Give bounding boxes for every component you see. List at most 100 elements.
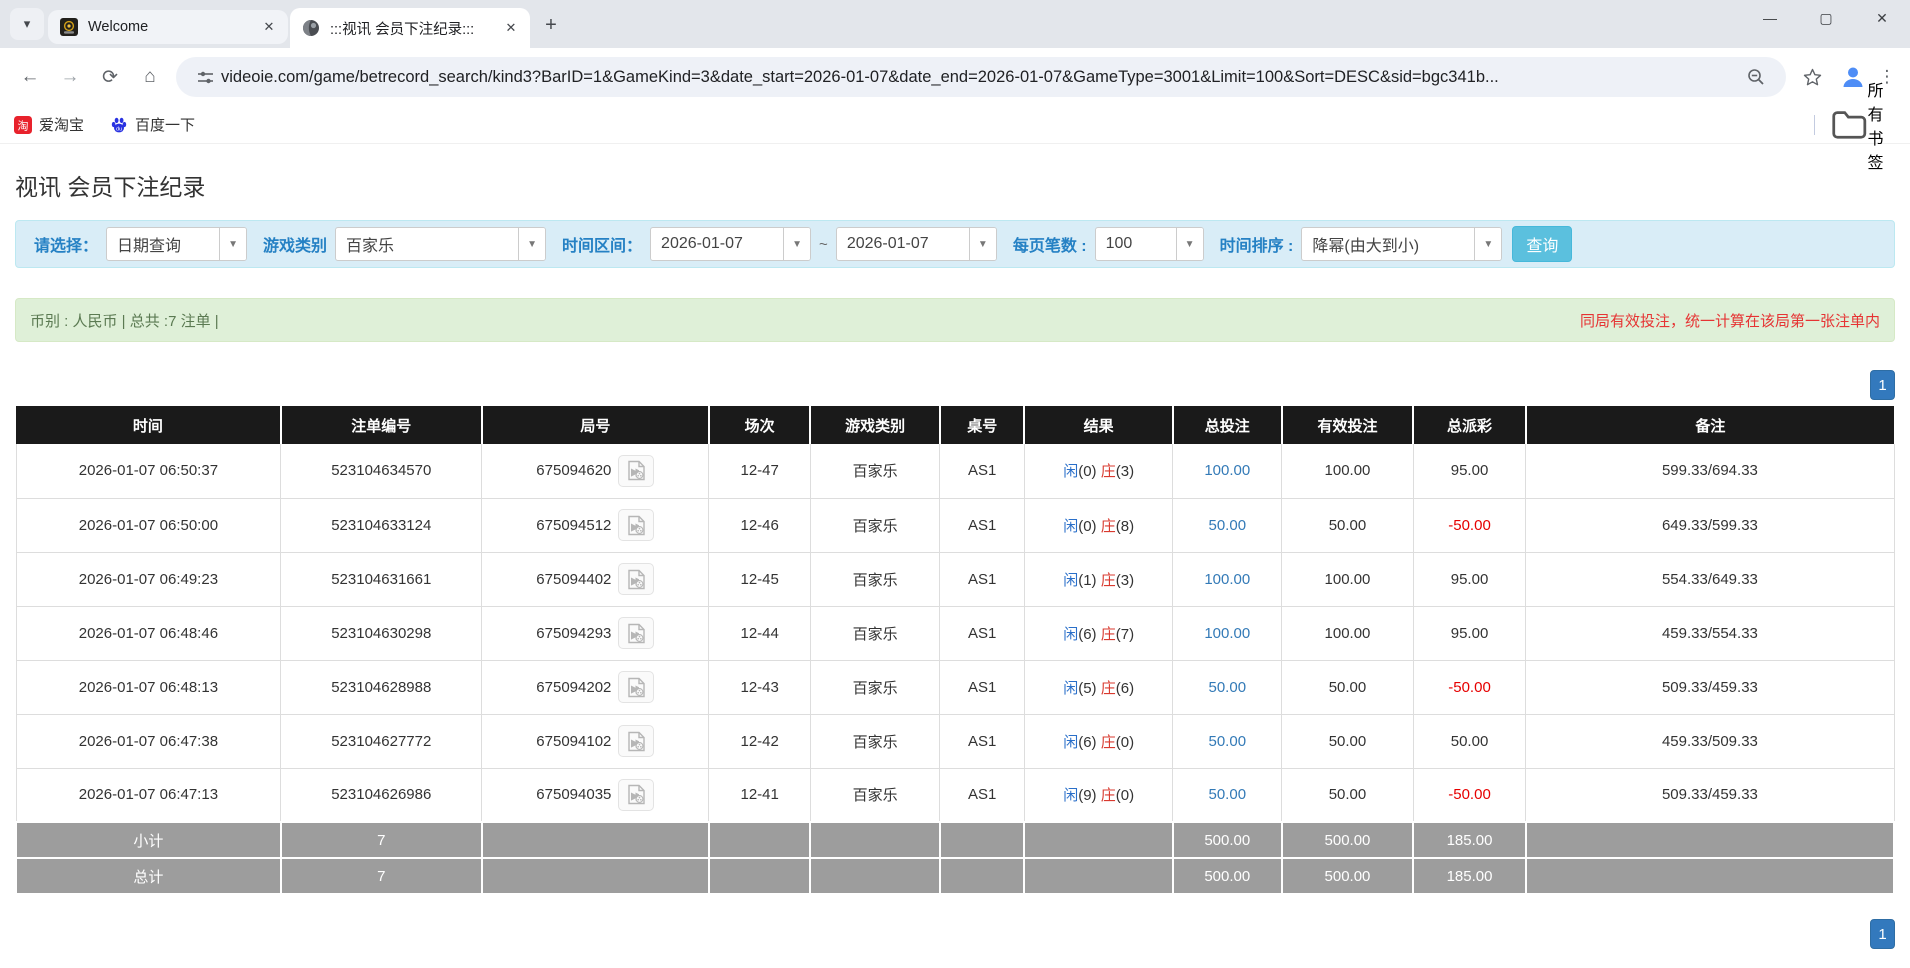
total-bet-link[interactable]: 50.00 xyxy=(1209,733,1247,750)
cell-remark: 509.33/459.33 xyxy=(1525,768,1895,823)
tab-welcome[interactable]: Welcome ✕ xyxy=(48,10,288,44)
date-end-input[interactable]: 2026-01-07 ▼ xyxy=(835,227,997,261)
taobao-icon: 淘 xyxy=(14,115,32,134)
search-button[interactable]: 查询 xyxy=(1512,226,1573,262)
cell-total-bet[interactable]: 50.00 xyxy=(1172,660,1283,715)
chevron-down-icon[interactable]: ▼ xyxy=(518,228,546,260)
cell-round-no: 675094402 xyxy=(481,552,710,607)
tab-search-chevron-icon[interactable]: ▾ xyxy=(10,8,44,40)
subtotal-empty xyxy=(707,821,812,859)
valid-bet-notice-text: 同局有效投注，统一计算在该局第一张注单内 xyxy=(1579,312,1880,330)
video-replay-button[interactable] xyxy=(618,454,655,487)
chevron-down-icon[interactable]: ▼ xyxy=(783,228,811,260)
cell-total-bet[interactable]: 50.00 xyxy=(1172,498,1283,553)
tab-title: Welcome xyxy=(88,19,149,35)
col-header-total-bet: 总投注 xyxy=(1172,406,1283,444)
cell-total-bet[interactable]: 50.00 xyxy=(1172,768,1283,823)
all-bookmarks[interactable]: 所有书签 xyxy=(1813,77,1896,173)
all-bookmarks-label: 所有书签 xyxy=(1867,82,1884,172)
cell-result: 闲(9) 庄(0) xyxy=(1024,768,1174,823)
col-header-time: 时间 xyxy=(16,406,282,444)
cell-payout: -50.00 xyxy=(1413,768,1527,823)
video-replay-button[interactable] xyxy=(618,563,655,595)
browser-window: ▾ Welcome ✕ :::视讯 会员下注纪录::: ✕ + — ▢ ✕ ← … xyxy=(0,0,1910,172)
round-number: 675094202 xyxy=(536,678,612,696)
close-button[interactable]: ✕ xyxy=(1854,0,1910,36)
per-page-select[interactable]: 100 ▼ xyxy=(1094,227,1204,261)
total-bet-link[interactable]: 100.00 xyxy=(1204,625,1250,642)
video-replay-button[interactable] xyxy=(618,725,655,757)
date-range-label: 时间区间： xyxy=(562,238,643,255)
home-icon[interactable]: ⌂ xyxy=(133,60,167,94)
tab-close-icon[interactable]: ✕ xyxy=(502,19,520,37)
cell-table-no: AS1 xyxy=(939,498,1025,553)
total-bet-link[interactable]: 100.00 xyxy=(1204,571,1250,588)
game-kind-select[interactable]: 百家乐 ▼ xyxy=(335,227,547,261)
maximize-button[interactable]: ▢ xyxy=(1798,0,1854,36)
col-header-result: 结果 xyxy=(1024,406,1174,444)
cell-bet-no: 523104633124 xyxy=(280,498,483,553)
new-tab-button[interactable]: + xyxy=(536,10,566,40)
cell-valid-bet: 100.00 xyxy=(1281,606,1414,661)
tab-bet-records[interactable]: :::视讯 会员下注纪录::: ✕ xyxy=(290,8,530,48)
cell-game-kind: 百家乐 xyxy=(810,660,941,715)
cell-remark: 459.33/509.33 xyxy=(1525,714,1895,769)
total-bet-link[interactable]: 50.00 xyxy=(1209,786,1247,803)
zoom-icon[interactable] xyxy=(1747,68,1765,86)
result-banker-count: (0) xyxy=(1115,733,1135,751)
bookmarks-divider xyxy=(1813,114,1815,135)
cell-valid-bet: 50.00 xyxy=(1281,498,1414,553)
video-replay-button[interactable] xyxy=(618,509,655,541)
chevron-down-icon[interactable]: ▼ xyxy=(1474,228,1502,260)
table-row: 2026-01-07 06:50:00 523104633124 6750945… xyxy=(15,498,1895,553)
chevron-down-icon[interactable]: ▼ xyxy=(968,228,996,260)
cell-payout: 95.00 xyxy=(1413,444,1527,499)
cell-total-bet[interactable]: 50.00 xyxy=(1172,714,1283,769)
bookmark-baidu[interactable]: du 百度一下 xyxy=(110,114,195,135)
date-start-input[interactable]: 2026-01-07 ▼ xyxy=(650,227,812,261)
subtotal-row: 小计 7 500.00 500.00 185.00 xyxy=(15,821,1896,859)
round-number: 675094512 xyxy=(536,516,612,534)
baidu-paw-icon: du xyxy=(111,117,127,132)
cell-total-bet[interactable]: 100.00 xyxy=(1172,606,1283,661)
page-1-button[interactable]: 1 xyxy=(1870,370,1895,400)
page-1-button[interactable]: 1 xyxy=(1870,919,1895,949)
total-bet-link[interactable]: 50.00 xyxy=(1209,679,1247,696)
video-replay-button[interactable] xyxy=(618,671,655,703)
cell-session: 12-44 xyxy=(708,606,811,661)
back-icon[interactable]: ← xyxy=(13,60,47,94)
url-text[interactable]: videoie.com/game/betrecord_search/kind3?… xyxy=(221,68,1740,87)
result-player-count: (0) xyxy=(1078,517,1097,535)
pagination-top: 1 xyxy=(15,370,1895,400)
bookmark-aitaobao[interactable]: 淘 爱淘宝 xyxy=(14,114,84,135)
total-valid-bet: 500.00 xyxy=(1280,857,1415,895)
total-bet-link[interactable]: 50.00 xyxy=(1209,517,1247,534)
site-info-tune-icon[interactable] xyxy=(197,69,214,86)
result-player-count: (9) xyxy=(1078,787,1097,805)
refresh-icon[interactable]: ⟳ xyxy=(93,60,127,94)
cell-table-no: AS1 xyxy=(939,768,1025,823)
svg-text:du: du xyxy=(116,126,122,132)
chevron-down-icon[interactable]: ▼ xyxy=(219,228,247,260)
video-file-icon xyxy=(628,731,645,751)
chevron-down-icon[interactable]: ▼ xyxy=(1175,228,1203,260)
round-number: 675094402 xyxy=(536,570,612,588)
cell-remark: 459.33/554.33 xyxy=(1525,606,1895,661)
total-label: 总计 xyxy=(15,857,282,895)
query-type-select[interactable]: 日期查询 ▼ xyxy=(106,227,248,261)
video-replay-button[interactable] xyxy=(618,778,655,811)
bet-records-table: 时间 注单编号 局号 场次 游戏类别 桌号 结果 总投注 有效投注 总派彩 备注… xyxy=(15,406,1896,895)
cell-time: 2026-01-07 06:49:23 xyxy=(15,552,282,607)
tab-close-icon[interactable]: ✕ xyxy=(260,18,278,36)
forward-icon[interactable]: → xyxy=(53,60,87,94)
video-replay-button[interactable] xyxy=(618,617,655,649)
pagination-bottom: 1 xyxy=(15,919,1895,949)
subtotal-empty xyxy=(1524,821,1896,859)
cell-total-bet[interactable]: 100.00 xyxy=(1172,444,1283,499)
page-content: 视讯 会员下注纪录 请选择： 日期查询 ▼ 游戏类别 百家乐 ▼ 时间区间： 2… xyxy=(0,144,1910,949)
address-bar[interactable]: videoie.com/game/betrecord_search/kind3?… xyxy=(176,57,1786,97)
total-bet-link[interactable]: 100.00 xyxy=(1204,462,1250,479)
minimize-button[interactable]: — xyxy=(1742,0,1798,36)
cell-total-bet[interactable]: 100.00 xyxy=(1172,552,1283,607)
sort-select[interactable]: 降幂(由大到小) ▼ xyxy=(1301,227,1503,261)
